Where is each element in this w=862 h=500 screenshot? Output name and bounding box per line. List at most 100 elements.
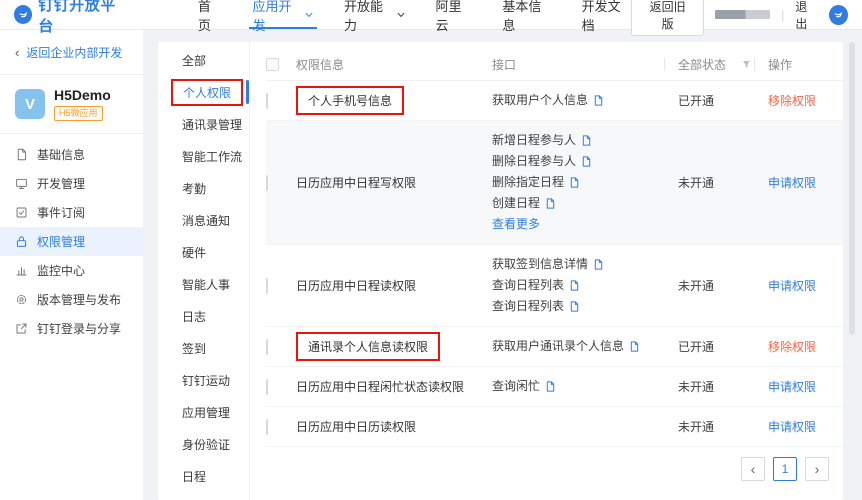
sidebar-menu-item-label: 权限管理 [37,233,85,250]
api-list-cell: 获取用户通讯录个人信息 [492,327,678,366]
category-item[interactable]: 消息通知 [158,204,249,236]
vertical-scrollbar[interactable] [849,42,855,335]
filter-funnel-icon[interactable] [741,59,752,70]
row-checkbox[interactable] [266,419,268,435]
column-header-action: 操作 [768,56,843,73]
table-row: 日历应用中日程读权限获取签到信息详情查询日程列表查询日程列表未开通申请权限 [266,245,843,327]
sidebar-menu-item[interactable]: 开发管理 [0,169,143,198]
row-checkbox-cell [266,176,296,190]
nav-item-label: 基本信息 [502,0,551,34]
event-subscribe-icon [15,206,28,219]
api-list-cell: 新增日程参与人删除日程参与人删除指定日程创建日程查看更多 [492,121,678,244]
permission-table: 权限信息 接口 全部状态 操作 个人手机号信息获取用户个人信息已开通移除权限日历… [250,42,843,500]
red-annotation-box: 个人手机号信息 [296,86,404,115]
permission-name: 日历应用中日历读权限 [296,420,416,434]
red-annotation-box: 通讯录个人信息读权限 [296,332,440,361]
permission-name-cell: 日历应用中日历读权限 [296,418,492,435]
sidebar-menu-item[interactable]: 钉钉登录与分享 [0,314,143,343]
app-sidebar: ‹ 返回企业内部开发 V H5Demo H5微应用 基础信息开发管理事件订阅权限… [0,30,143,500]
category-item[interactable]: 考勤 [158,172,249,204]
pagination-page-1[interactable]: 1 [773,457,797,481]
category-item[interactable]: 日志 [158,300,249,332]
api-item: 获取签到信息详情 [492,254,678,275]
category-item-label: 日志 [182,308,206,325]
apply-permission-link[interactable]: 申请权限 [768,176,816,190]
api-list-cell: 获取签到信息详情查询日程列表查询日程列表 [492,245,678,326]
api-name: 查询日程列表 [492,296,564,317]
nav-item[interactable]: 开发文档 [582,0,631,29]
category-item[interactable]: 通讯录管理 [158,108,249,140]
nav-item[interactable]: 基本信息 [502,0,551,29]
table-header-row: 权限信息 接口 全部状态 操作 [266,48,843,81]
share-icon [15,322,28,335]
row-checkbox[interactable] [266,278,268,294]
row-checkbox[interactable] [266,339,268,355]
logout-button[interactable]: 退出 [795,0,818,32]
category-item[interactable]: 个人权限 [158,76,249,108]
column-header-status-label: 全部状态 [678,56,726,73]
action-cell: 移除权限 [768,92,843,109]
lock-icon [15,235,28,248]
row-checkbox[interactable] [266,93,268,109]
row-checkbox[interactable] [266,175,268,191]
category-item-label: 签到 [182,340,206,357]
select-all-checkbox[interactable] [266,58,279,71]
category-item[interactable]: 签到 [158,332,249,364]
document-link-icon [545,198,556,209]
nav-item[interactable]: 阿里云 [436,0,473,29]
nav-item[interactable]: 应用开发 [252,0,314,29]
category-item[interactable]: 智能工作流 [158,140,249,172]
sidebar-menu-item[interactable]: 监控中心 [0,256,143,285]
nav-item[interactable]: 开放能力 [344,0,406,29]
document-link-icon [569,301,580,312]
column-header-api: 接口 [492,56,678,73]
pagination-prev-button[interactable]: ‹ [741,457,765,481]
status-cell: 未开通 [678,277,768,294]
page-body: ‹ 返回企业内部开发 V H5Demo H5微应用 基础信息开发管理事件订阅权限… [0,30,862,500]
dingtalk-bird-icon [14,5,32,24]
apply-permission-link[interactable]: 申请权限 [768,380,816,394]
sidebar-menu-item[interactable]: 权限管理 [0,227,143,256]
api-item: 查询日程列表 [492,296,678,317]
category-item[interactable]: 全部 [158,44,249,76]
nav-item[interactable]: 首页 [198,0,223,29]
row-checkbox-cell [266,380,296,394]
pagination-next-button[interactable]: › [805,457,829,481]
sidebar-menu-item[interactable]: 版本管理与发布 [0,285,143,314]
sidebar-menu-item[interactable]: 基础信息 [0,140,143,169]
api-name: 获取签到信息详情 [492,254,588,275]
document-link-icon [593,95,604,106]
remove-permission-link[interactable]: 移除权限 [768,94,816,108]
apply-permission-link[interactable]: 申请权限 [768,279,816,293]
platform-logo[interactable]: 钉钉开放平台 [14,0,128,36]
category-item[interactable]: 智能人事 [158,268,249,300]
remove-permission-link[interactable]: 移除权限 [768,340,816,354]
api-name: 查询日程列表 [492,275,564,296]
user-avatar[interactable] [829,5,848,25]
row-checkbox-cell [266,94,296,108]
app-name: H5Demo [54,87,111,103]
dingtalk-bird-icon [832,8,845,21]
table-body: 个人手机号信息获取用户个人信息已开通移除权限日历应用中日程写权限新增日程参与人删… [266,81,843,447]
category-item[interactable]: 硬件 [158,236,249,268]
view-more-link[interactable]: 查看更多 [492,214,540,235]
user-name-redacted [715,10,770,19]
category-item[interactable]: 应用管理 [158,396,249,428]
api-item: 查看更多 [492,214,678,235]
category-item[interactable]: 钉钉运动 [158,364,249,396]
permission-name-cell: 日历应用中日程写权限 [296,174,492,191]
status-cell: 已开通 [678,338,768,355]
row-checkbox[interactable] [266,379,268,395]
sidebar-menu-item[interactable]: 事件订阅 [0,198,143,227]
api-name: 删除指定日程 [492,172,564,193]
back-to-org-dev-link[interactable]: ‹ 返回企业内部开发 [0,30,143,74]
table-row: 个人手机号信息 获取用户个人信息已开通移除权限 [266,81,843,121]
category-item[interactable]: 身份验证 [158,428,249,460]
category-item[interactable]: 日程 [158,460,249,492]
category-item-label: 智能工作流 [182,148,242,165]
permission-category-list: 全部个人权限通讯录管理智能工作流考勤消息通知硬件智能人事日志签到钉钉运动应用管理… [158,42,250,500]
status-cell: 已开通 [678,92,768,109]
apply-permission-link[interactable]: 申请权限 [768,420,816,434]
back-to-old-version-button[interactable]: 返回旧版 [631,0,704,36]
api-list-cell: 获取用户个人信息 [492,81,678,120]
